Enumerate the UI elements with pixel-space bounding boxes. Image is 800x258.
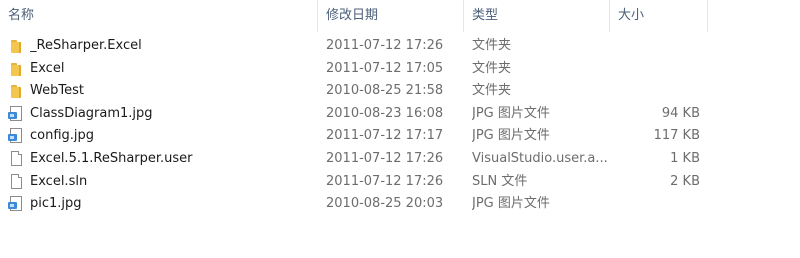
file-name: Excel.5.1.ReSharper.user [30,150,193,166]
file-size [610,35,700,58]
file-type: SLN 文件 [472,173,528,189]
file-date: 2011-07-12 17:17 [326,128,444,144]
file-name: Excel [30,60,65,76]
column-header-type[interactable]: 类型 [464,0,610,32]
file-size [610,58,700,81]
file-date: 2011-07-12 17:26 [326,150,444,166]
file-size: 117 KB [653,128,700,144]
file-size: 94 KB [661,105,700,121]
file-type: JPG 图片文件 [472,196,550,212]
file-name: Excel.sln [30,173,88,189]
file-type: JPG 图片文件 [472,128,550,144]
file-type: JPG 图片文件 [472,105,550,121]
file-name: WebTest [30,83,84,99]
list-item[interactable]: _ReSharper.Excel 2011-07-12 17:26 文件夹 [0,35,800,58]
file-size: 2 KB [670,173,700,189]
folder-icon [8,83,24,99]
file-date: 2010-08-25 20:03 [326,196,444,212]
file-date: 2011-07-12 17:26 [326,173,444,189]
list-item[interactable]: Excel.sln 2011-07-12 17:26 SLN 文件 2 KB [0,171,800,194]
file-type: 文件夹 [472,83,512,99]
list-item[interactable]: pic1.jpg 2010-08-25 20:03 JPG 图片文件 [0,193,800,216]
list-item[interactable]: config.jpg 2011-07-12 17:17 JPG 图片文件 117… [0,125,800,148]
file-type: 文件夹 [472,60,512,76]
file-list: _ReSharper.Excel 2011-07-12 17:26 文件夹 Ex… [0,35,800,216]
file-name: pic1.jpg [30,196,82,212]
file-name: ClassDiagram1.jpg [30,105,153,121]
file-date: 2011-07-12 17:05 [326,60,444,76]
list-item[interactable]: ClassDiagram1.jpg 2010-08-23 16:08 JPG 图… [0,103,800,126]
folder-icon [8,38,24,54]
image-file-icon [8,105,24,122]
file-size: 1 KB [670,150,700,166]
image-file-icon [8,128,24,144]
file-date: 2010-08-23 16:08 [326,105,444,121]
file-type: VisualStudio.user.a... [472,150,608,166]
file-size [610,80,700,103]
file-name: config.jpg [30,128,95,144]
list-item[interactable]: Excel 2011-07-12 17:05 文件夹 [0,58,800,81]
file-name: _ReSharper.Excel [30,38,142,53]
file-size [610,193,700,216]
column-header-date[interactable]: 修改日期 [318,0,464,32]
list-item[interactable]: WebTest 2010-08-25 21:58 文件夹 [0,80,800,103]
list-item[interactable]: Excel.5.1.ReSharper.user 2011-07-12 17:2… [0,148,800,171]
column-header-bar: 名称 ^ 修改日期 类型 大小 [0,0,800,32]
file-date: 2010-08-25 21:58 [326,83,444,99]
file-type: 文件夹 [472,38,512,53]
file-date: 2011-07-12 17:26 [326,38,444,53]
file-icon [8,173,24,190]
column-header-size[interactable]: 大小 [610,0,708,32]
file-icon [8,150,24,167]
sort-ascending-icon: ^ [153,0,162,6]
image-file-icon [8,196,24,212]
folder-icon [8,61,24,77]
